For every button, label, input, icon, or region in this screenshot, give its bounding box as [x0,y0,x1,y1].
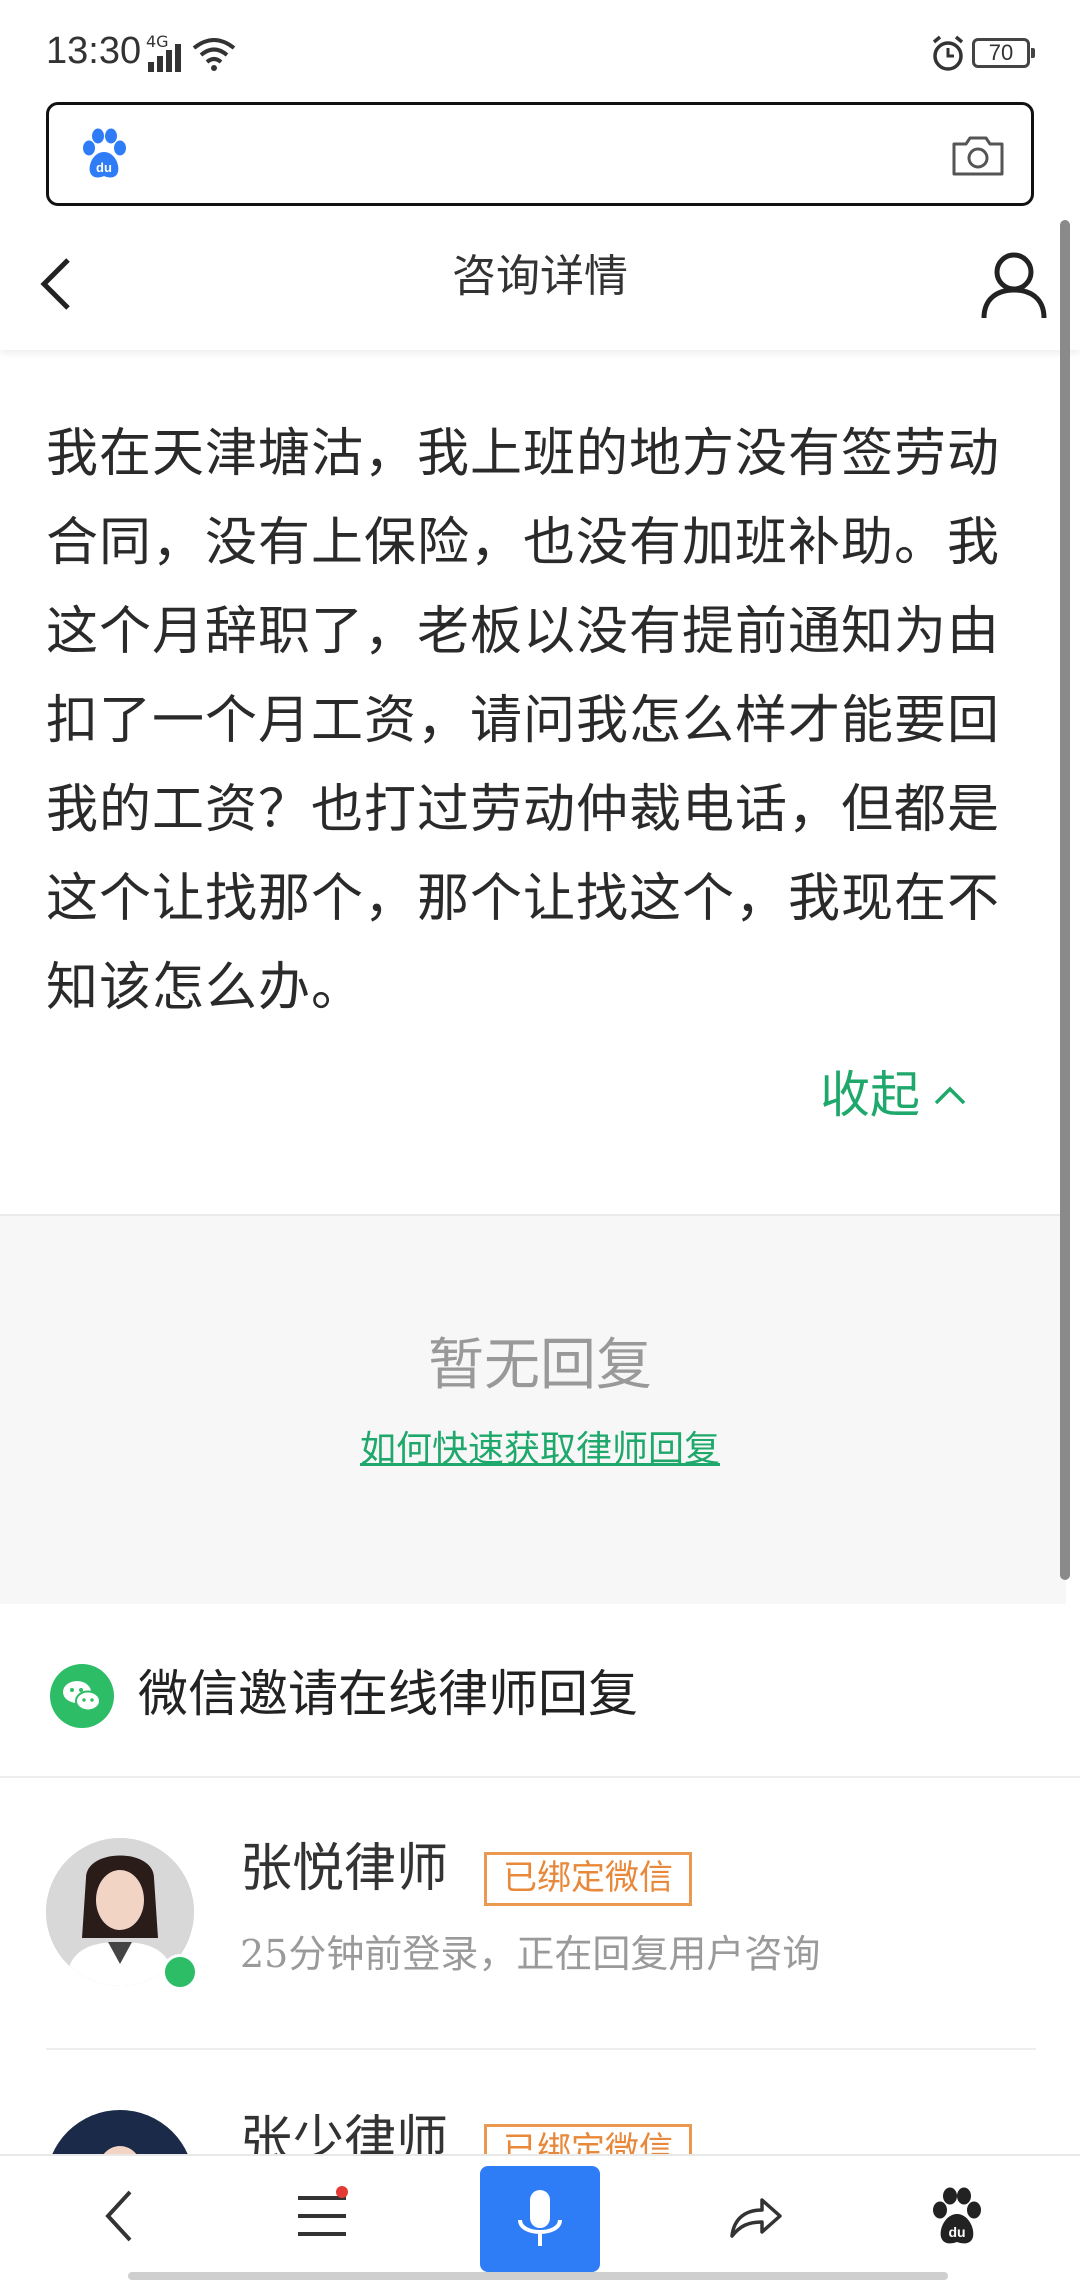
user-icon[interactable] [978,248,1050,320]
gesture-bar [128,2272,948,2280]
avatar [46,2110,194,2154]
notification-dot [336,2186,348,2198]
lawyer-status: 25分钟前登录，正在回复用户咨询 [240,1932,821,1976]
how-to-get-reply-link[interactable]: 如何快速获取律师回复 [0,1420,1080,1472]
divider [0,1776,1080,1778]
wechat-icon [50,1664,114,1728]
online-indicator [162,1954,198,1990]
menu-icon[interactable] [296,2192,348,2240]
mic-icon [518,2190,562,2246]
baidu-paw-icon[interactable]: du [80,128,128,180]
wechat-invite-title: 微信邀请在线律师回复 [138,1665,638,1723]
lawyer-card[interactable]: 张少律师 已绑定微信 [0,2050,1080,2154]
page-title: 咨询详情 [452,251,628,302]
svg-text:du: du [948,2224,965,2240]
no-reply-text: 暂无回复 [428,1333,652,1398]
question-text: 我在天津塘沽，我上班的地方没有签劳动合同，没有上保险，也没有加班补助。我这个月辞… [46,424,1001,1018]
lawyer-name: 张少律师 [240,2111,449,2154]
no-reply-panel [0,1214,1066,1604]
battery-indicator: 70 [972,38,1035,68]
chevron-up-icon [934,1086,966,1105]
wechat-bound-badge: 已绑定微信 [484,1852,692,1906]
wifi-icon [192,38,236,71]
baidu-paw-icon[interactable]: du [930,2186,984,2246]
signal-icon [148,44,181,72]
voice-search-button[interactable] [480,2166,600,2272]
alarm-icon [932,35,964,71]
collapse-button[interactable]: 收起 [820,1060,968,1130]
collapse-label: 收起 [820,1066,920,1124]
search-bar[interactable] [46,102,1034,206]
scrollbar[interactable] [1060,220,1070,1580]
status-time: 13:30 [46,30,142,72]
back-icon[interactable] [100,2186,140,2246]
lawyer-name: 张悦律师 [240,1839,449,1899]
lawyer-card[interactable]: 张悦律师 已绑定微信 25分钟前登录，正在回复用户咨询 [0,1780,1080,2048]
share-icon[interactable] [728,2190,784,2242]
wechat-bound-badge: 已绑定微信 [484,2124,692,2154]
camera-icon[interactable] [950,134,1006,178]
svg-text:du: du [96,160,112,175]
